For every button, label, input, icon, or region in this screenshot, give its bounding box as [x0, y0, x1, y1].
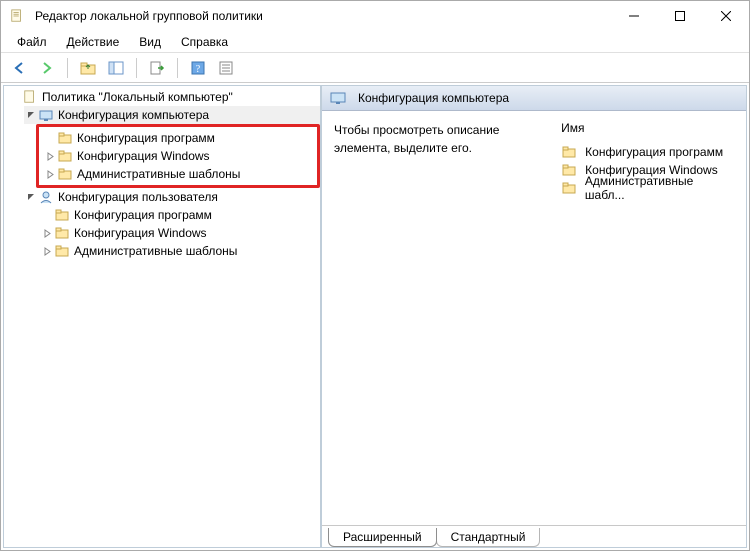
tree-item-admin-templates[interactable]: Административные шаблоны: [39, 165, 311, 183]
body-area: Политика "Локальный компьютер" Конфигура…: [1, 83, 749, 550]
folder-icon: [561, 144, 577, 160]
menu-view[interactable]: Вид: [129, 31, 171, 52]
folder-icon: [57, 130, 73, 146]
toolbar: ?: [1, 53, 749, 83]
list-item-label: Конфигурация программ: [585, 145, 723, 159]
folder-icon: [57, 148, 73, 164]
up-one-level-button[interactable]: [76, 56, 100, 80]
tab-standard[interactable]: Стандартный: [436, 528, 541, 547]
folder-icon: [561, 162, 577, 178]
list-item[interactable]: Административные шабл...: [561, 179, 734, 197]
close-button[interactable]: [703, 1, 749, 31]
show-hide-tree-button[interactable]: [104, 56, 128, 80]
tree-item-windows-settings[interactable]: Конфигурация Windows: [39, 147, 311, 165]
tree-node-label: Конфигурация Windows: [74, 226, 207, 240]
tree-node-label: Политика "Локальный компьютер": [42, 90, 233, 104]
tree-node-label: Административные шаблоны: [74, 244, 237, 258]
menubar: Файл Действие Вид Справка: [1, 31, 749, 53]
minimize-button[interactable]: [611, 1, 657, 31]
items-list[interactable]: Имя Конфигурация программ Конфигурация W…: [561, 121, 734, 515]
details-header-label: Конфигурация компьютера: [358, 91, 509, 105]
tree-item-user-admin[interactable]: Административные шаблоны: [40, 242, 320, 260]
policy-icon: [22, 89, 38, 105]
tree-node-label: Конфигурация Windows: [77, 149, 210, 163]
tree-computer-node[interactable]: Конфигурация компьютера: [24, 106, 320, 124]
tree-node-label: Конфигурация программ: [77, 131, 215, 145]
folder-icon: [54, 225, 70, 241]
folder-icon: [54, 243, 70, 259]
forward-button[interactable]: [35, 56, 59, 80]
maximize-button[interactable]: [657, 1, 703, 31]
folder-icon: [561, 180, 577, 196]
menu-help[interactable]: Справка: [171, 31, 238, 52]
tree-item-software-settings[interactable]: Конфигурация программ: [39, 129, 311, 147]
details-pane: Конфигурация компьютера Чтобы просмотрет…: [321, 85, 747, 548]
properties-button[interactable]: [214, 56, 238, 80]
tree-node-label: Конфигурация пользователя: [58, 190, 218, 204]
folder-icon: [54, 207, 70, 223]
list-item[interactable]: Конфигурация программ: [561, 143, 734, 161]
export-list-button[interactable]: [145, 56, 169, 80]
user-config-icon: [38, 189, 54, 205]
tree-item-user-software[interactable]: Конфигурация программ: [40, 206, 320, 224]
svg-text:?: ?: [196, 64, 201, 75]
folder-icon: [57, 166, 73, 182]
menu-action[interactable]: Действие: [57, 31, 130, 52]
description-text: Чтобы просмотреть описание элемента, выд…: [334, 121, 531, 515]
back-button[interactable]: [7, 56, 31, 80]
tree-node-label: Конфигурация программ: [74, 208, 212, 222]
expand-icon[interactable]: [40, 247, 54, 256]
column-header-name[interactable]: Имя: [561, 121, 734, 137]
toolbar-separator: [177, 58, 178, 78]
toolbar-separator: [136, 58, 137, 78]
tree-node-label: Административные шаблоны: [77, 167, 240, 181]
window-title: Редактор локальной групповой политики: [35, 9, 263, 23]
collapse-icon[interactable]: [24, 193, 38, 202]
computer-config-icon: [38, 107, 54, 123]
details-header: Конфигурация компьютера: [322, 86, 746, 111]
tree-root-node[interactable]: Политика "Локальный компьютер": [8, 88, 320, 106]
expand-icon[interactable]: [40, 229, 54, 238]
expand-icon[interactable]: [43, 152, 57, 161]
computer-config-icon: [330, 90, 346, 106]
title-bar: Редактор локальной групповой политики: [1, 1, 749, 31]
collapse-icon[interactable]: [24, 111, 38, 120]
gpedit-icon: [9, 8, 25, 24]
tree-pane[interactable]: Политика "Локальный компьютер" Конфигура…: [3, 85, 321, 548]
tab-strip: Расширенный Стандартный: [322, 525, 746, 547]
toolbar-separator: [67, 58, 68, 78]
expand-icon[interactable]: [43, 170, 57, 179]
help-button[interactable]: ?: [186, 56, 210, 80]
menu-file[interactable]: Файл: [7, 31, 57, 52]
tree-item-user-windows[interactable]: Конфигурация Windows: [40, 224, 320, 242]
tree-node-label: Конфигурация компьютера: [58, 108, 209, 122]
highlight-box: Конфигурация программ Конфигурация Windo…: [36, 124, 320, 188]
tab-extended[interactable]: Расширенный: [328, 528, 437, 547]
tree-user-node[interactable]: Конфигурация пользователя: [24, 188, 320, 206]
list-item-label: Административные шабл...: [585, 174, 734, 202]
